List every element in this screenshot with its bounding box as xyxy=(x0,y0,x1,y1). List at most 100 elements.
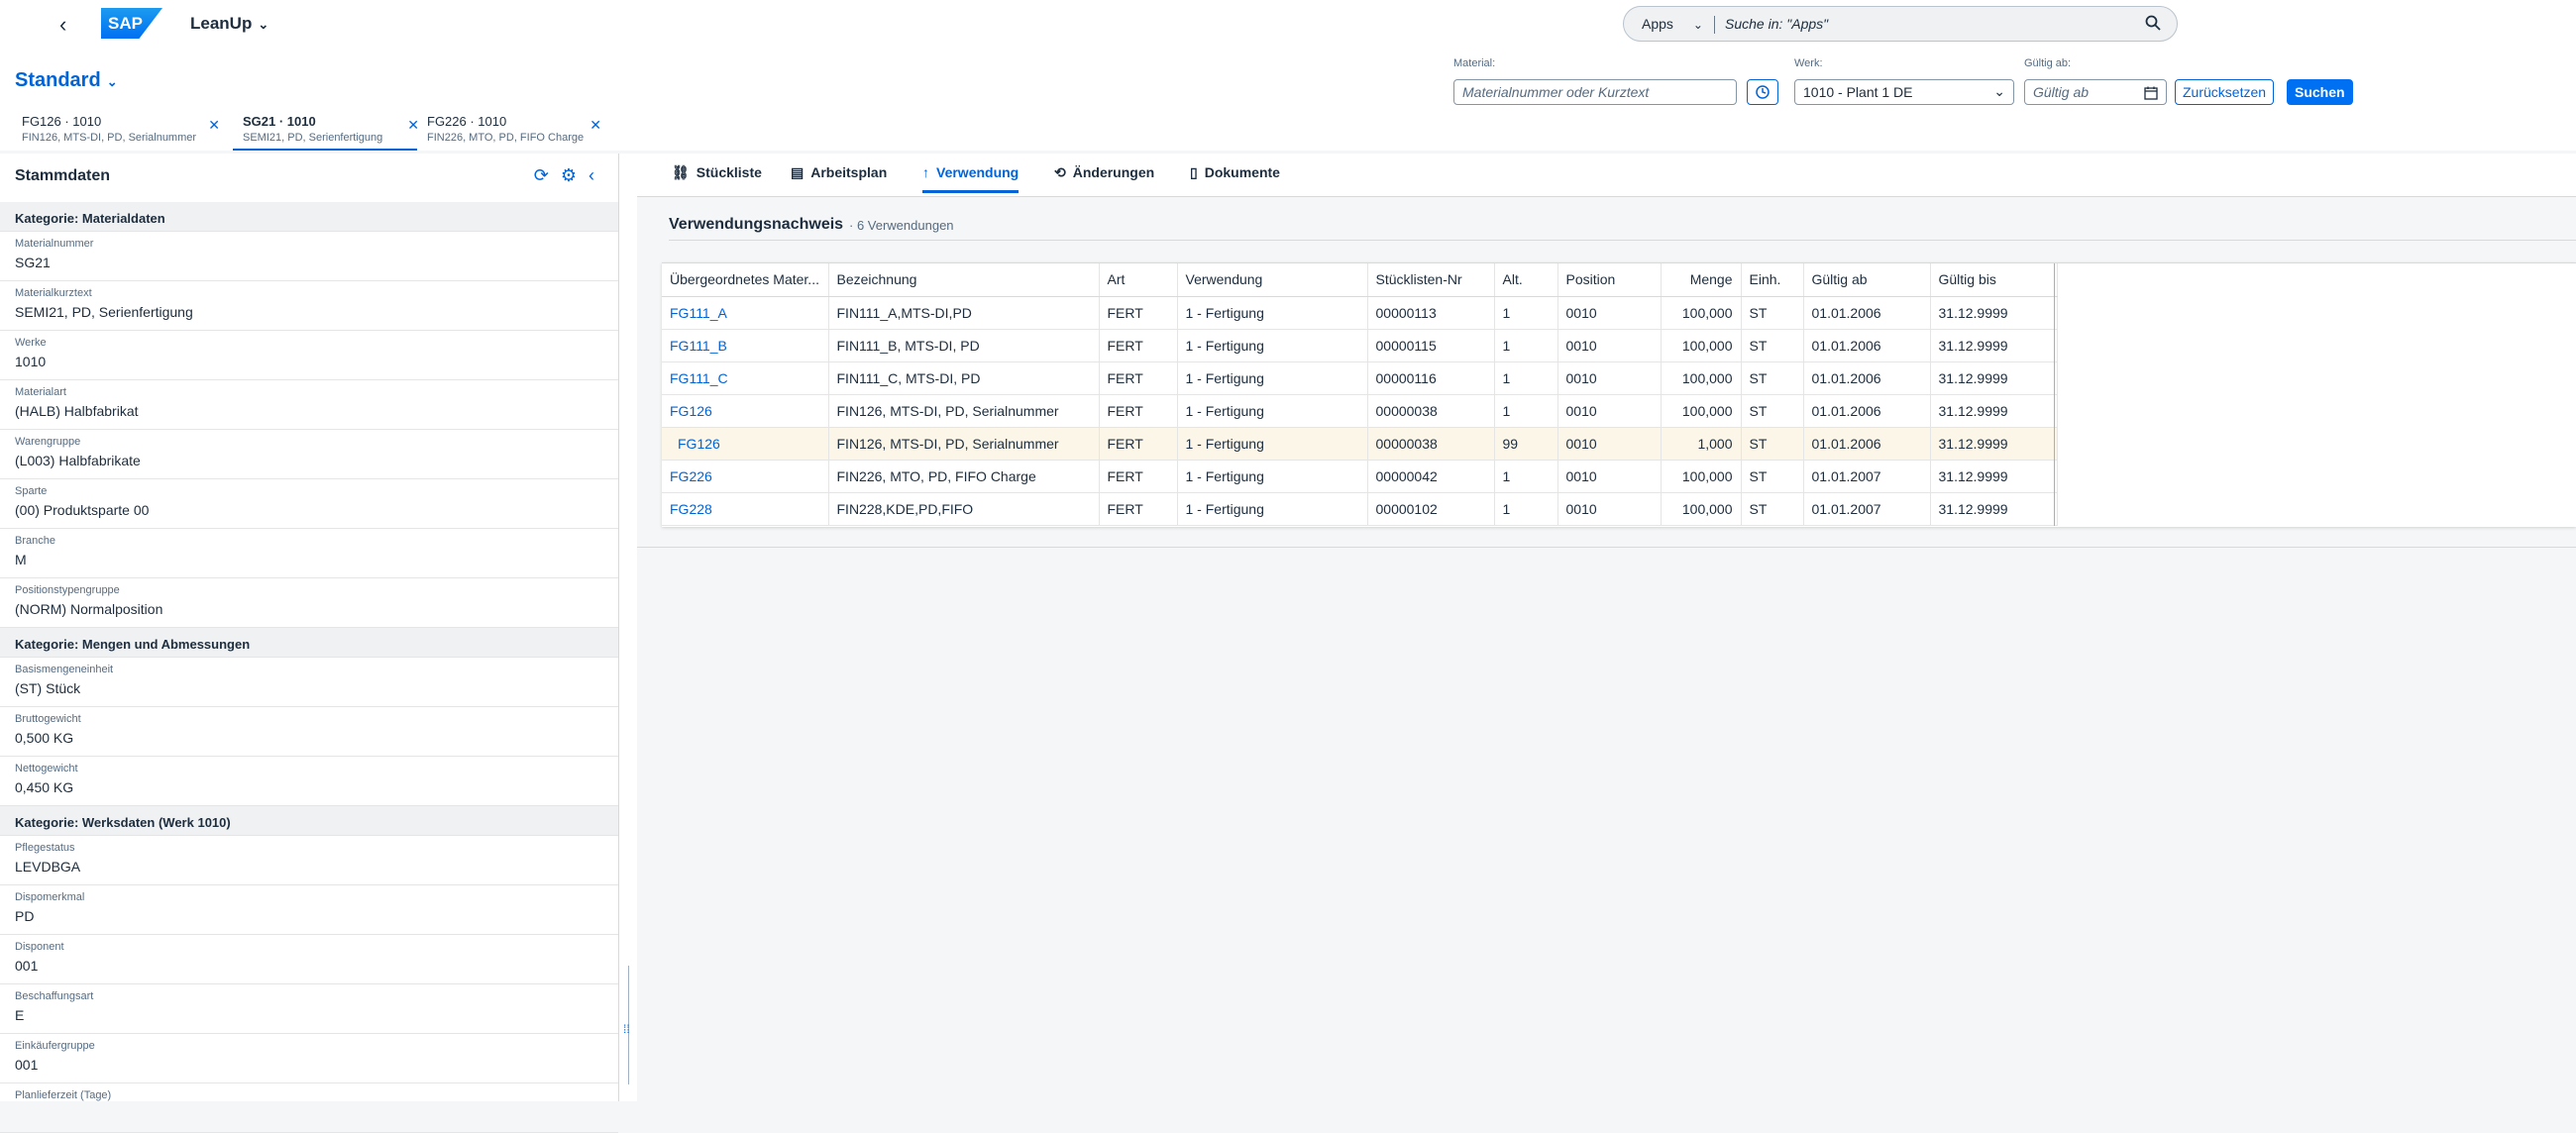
column-header[interactable]: Einh. xyxy=(1741,263,1804,297)
doc-tab-sg21[interactable]: SG21 · 1010 SEMI21, PD, Serienfertigung … xyxy=(233,111,419,151)
table-cell: 00000038 xyxy=(1367,427,1495,461)
field-label: Materialkurztext xyxy=(15,287,92,299)
table-row[interactable]: FG228 FIN228,KDE,PD,FIFO FERT 1 - Fertigung… xyxy=(662,492,2058,526)
close-icon[interactable]: ✕ xyxy=(590,117,601,134)
table-cell: 00000038 xyxy=(1367,394,1495,428)
gueltig-label: Gültig ab: xyxy=(2024,57,2072,69)
table-cell: 100,000 xyxy=(1661,460,1742,493)
doc-tab-fg226[interactable]: FG226 · 1010 FIN226, MTO, PD, FIFO Charg… xyxy=(417,111,601,151)
app-title: LeanUp xyxy=(190,14,253,33)
table-cell: 01.01.2007 xyxy=(1803,492,1931,526)
calendar-icon[interactable] xyxy=(2144,83,2158,103)
table-row[interactable]: FG111_C FIN111_C, MTS-DI, PD FERT 1 - Ferti… xyxy=(662,361,2058,395)
field-label: Planlieferzeit (Tage) xyxy=(15,1089,112,1101)
tab-dokumente[interactable]: ▯ Dokumente xyxy=(1190,164,1280,191)
doc-tab-fg126[interactable]: FG126 · 1010 FIN126, MTS-DI, PD, Serialn… xyxy=(12,111,220,151)
table-cell: 31.12.9999 xyxy=(1930,427,2058,461)
back-icon[interactable]: ‹ xyxy=(59,12,66,38)
column-header[interactable]: Position xyxy=(1557,263,1662,297)
material-link[interactable]: FG126 xyxy=(662,394,829,428)
search-scope-select[interactable]: Apps ⌄ xyxy=(1642,16,1703,32)
search-separator xyxy=(1714,16,1715,34)
table-cell: ST xyxy=(1741,427,1804,461)
gueltig-date-input[interactable]: Gültig ab xyxy=(2024,79,2167,105)
reset-button[interactable]: Zurücksetzen xyxy=(2175,79,2275,105)
material-input[interactable]: Materialnummer oder Kurztext xyxy=(1453,79,1737,105)
panel-title: Stammdaten xyxy=(15,167,111,184)
field-label: Materialart xyxy=(15,386,66,398)
table-row[interactable]: FG126 FIN126, MTS-DI, PD, Serialnummer FER… xyxy=(662,427,2058,461)
search-icon[interactable] xyxy=(2145,15,2161,36)
search-input[interactable]: Suche in: "Apps" xyxy=(1725,16,1828,32)
material-link[interactable]: FG228 xyxy=(662,492,829,526)
sap-logo[interactable]: SAP xyxy=(101,8,162,39)
history-button[interactable] xyxy=(1747,79,1778,105)
column-header[interactable]: Verwendung xyxy=(1177,263,1368,297)
column-header[interactable]: Gültig bis xyxy=(1930,263,2058,297)
werk-select[interactable]: 1010 - Plant 1 DE ⌄ xyxy=(1794,79,2014,105)
tab-label: Änderungen xyxy=(1072,164,1155,180)
category-header: Kategorie: Mengen und Abmessungen xyxy=(0,628,618,658)
table-cell: 1 - Fertigung xyxy=(1177,492,1368,526)
material-link[interactable]: FG111_A xyxy=(662,296,829,330)
tab-label: Arbeitsplan xyxy=(810,164,888,180)
field-row: Einkäufergruppe 001 xyxy=(0,1034,618,1083)
tab-stückliste[interactable]: ⛓ Stückliste xyxy=(672,164,762,191)
table-cell: 100,000 xyxy=(1661,394,1742,428)
field-label: Warengruppe xyxy=(15,436,81,448)
table-cell: 0010 xyxy=(1557,296,1662,330)
table-cell: 1 - Fertigung xyxy=(1177,361,1368,395)
refresh-icon[interactable]: ⟳ xyxy=(534,165,549,185)
tab-arbeitsplan[interactable]: ▤ Arbeitsplan xyxy=(791,164,887,191)
material-label: Material: xyxy=(1453,57,1496,69)
close-icon[interactable]: ✕ xyxy=(208,117,220,134)
column-header[interactable]: Menge xyxy=(1661,263,1742,297)
material-link[interactable]: FG111_C xyxy=(662,361,829,395)
field-value: E xyxy=(15,1007,25,1023)
table-cell: 1 - Fertigung xyxy=(1177,427,1368,461)
panel-splitter[interactable]: ⁞⁞ xyxy=(619,154,637,1101)
search-button[interactable]: Suchen xyxy=(2287,79,2353,105)
column-header[interactable]: Stücklisten-Nr xyxy=(1367,263,1495,297)
material-link[interactable]: FG111_B xyxy=(662,329,829,362)
column-header[interactable]: Alt. xyxy=(1494,263,1558,297)
variant-selector[interactable]: Standard ⌄ xyxy=(15,69,118,92)
table-cell: 00000113 xyxy=(1367,296,1495,330)
table-row[interactable]: FG126 FIN126, MTS-DI, PD, Serialnummer FER… xyxy=(662,394,2058,428)
column-header[interactable]: Übergeordnetes Mater... xyxy=(662,263,829,297)
table-row[interactable]: FG111_B FIN111_B, MTS-DI, PD FERT 1 - Ferti… xyxy=(662,329,2058,362)
tab-änderungen[interactable]: ⟲ Änderungen xyxy=(1054,164,1154,191)
app-title-menu[interactable]: LeanUp ⌄ xyxy=(190,14,268,34)
column-header[interactable]: Bezeichnung xyxy=(828,263,1100,297)
field-row: Sparte (00) Produktsparte 00 xyxy=(0,479,618,529)
field-row: Werke 1010 xyxy=(0,331,618,380)
field-row: Bruttogewicht 0,500 KG xyxy=(0,707,618,757)
tab-verwendung[interactable]: ↑ Verwendung xyxy=(922,164,1020,193)
table-cell: 01.01.2006 xyxy=(1803,361,1931,395)
tab-label: Stückliste xyxy=(696,164,762,180)
material-link[interactable]: FG226 xyxy=(662,460,829,493)
table-cell: FERT xyxy=(1099,460,1178,493)
gear-icon[interactable]: ⚙ xyxy=(561,165,577,185)
table-row[interactable]: FG111_A FIN111_A,MTS-DI,PD FERT 1 - Fertigu… xyxy=(662,296,2058,330)
gueltig-placeholder: Gültig ab xyxy=(2033,84,2090,100)
field-label: Materialnummer xyxy=(15,238,94,250)
table-cell: 00000102 xyxy=(1367,492,1495,526)
collapse-left-icon[interactable]: ‹ xyxy=(589,165,594,185)
table-row[interactable]: FG226 FIN226, MTO, PD, FIFO Charge FERT 1 -… xyxy=(662,460,2058,493)
document-icon: ▯ xyxy=(1190,164,1198,180)
doc-tab-title: FG226 · 1010 xyxy=(427,114,507,129)
table-cell: ST xyxy=(1741,394,1804,428)
field-row: Disponent 001 xyxy=(0,935,618,984)
field-label: Einkäufergruppe xyxy=(15,1040,95,1052)
table-cell: FIN111_C, MTS-DI, PD xyxy=(828,361,1100,395)
field-value: (ST) Stück xyxy=(15,680,81,696)
field-value: 0,450 KG xyxy=(15,779,74,795)
column-header[interactable]: Art xyxy=(1099,263,1178,297)
column-header[interactable]: Gültig ab xyxy=(1803,263,1931,297)
drag-handle-icon[interactable]: ⁞⁞ xyxy=(623,1022,630,1036)
material-link[interactable]: FG126 xyxy=(662,427,829,461)
table-cell: 1 xyxy=(1494,296,1558,330)
history-icon: ⟲ xyxy=(1054,164,1066,180)
table-cell: 100,000 xyxy=(1661,361,1742,395)
